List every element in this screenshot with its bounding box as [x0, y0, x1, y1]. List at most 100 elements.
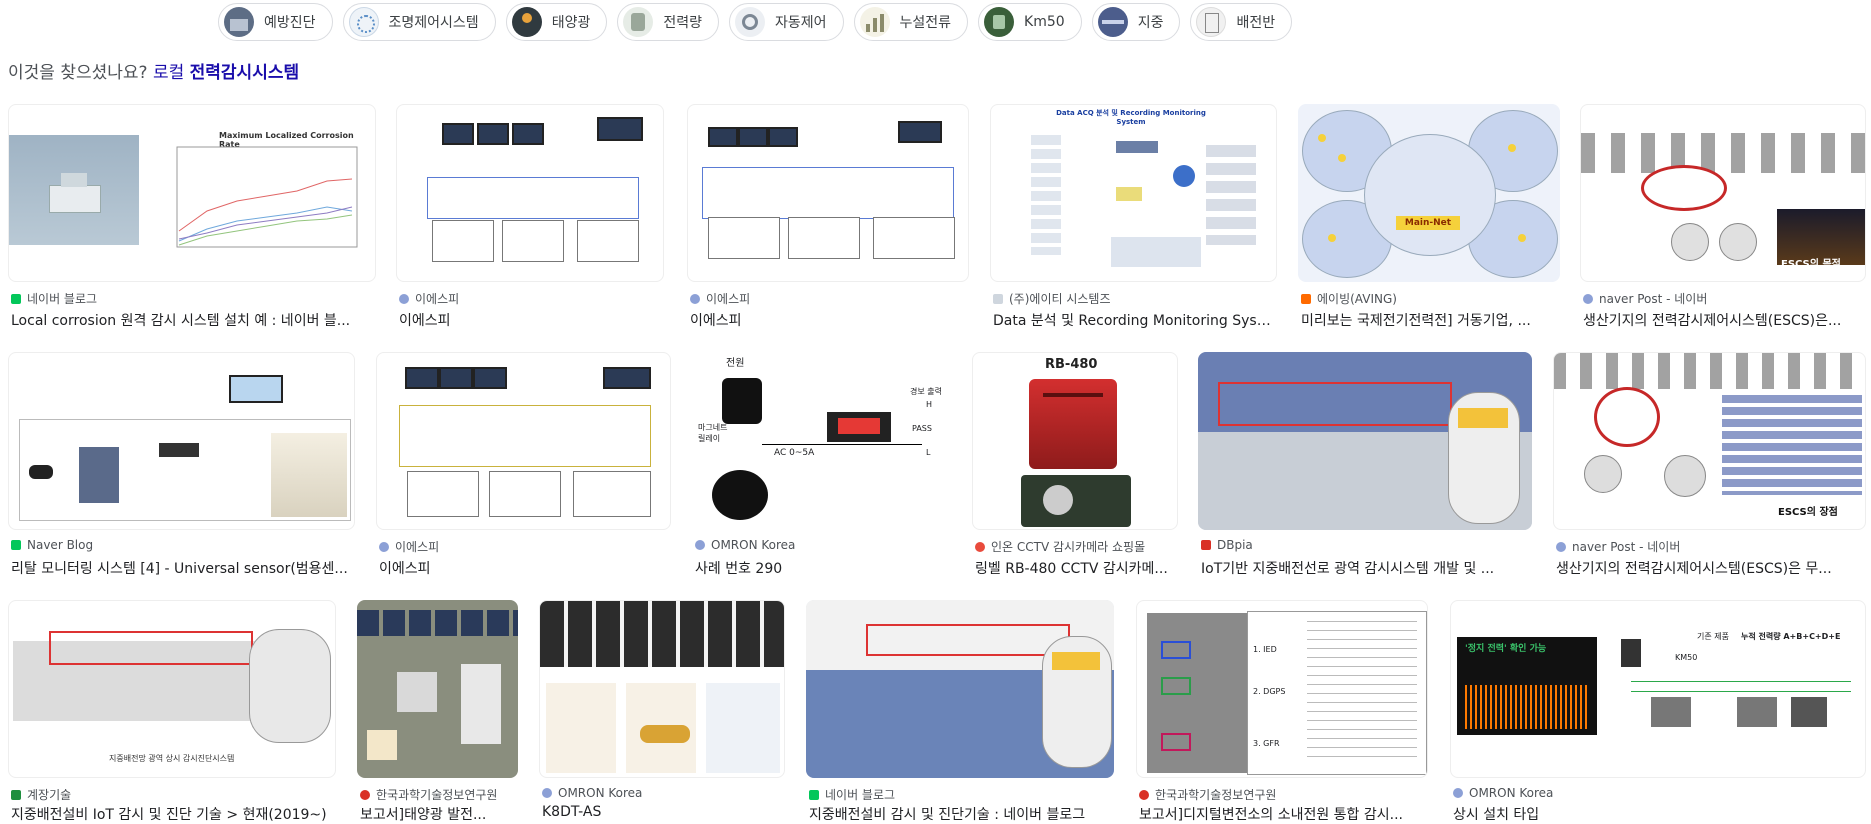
favicon-icon	[11, 293, 21, 304]
result-source[interactable]: 한국과학기술정보연구원	[1139, 786, 1276, 803]
result-source[interactable]: 계장기술	[11, 786, 71, 803]
result-title[interactable]: 보고서]태양광 발전...	[360, 804, 515, 824]
image-result[interactable]: '정지 전력' 확인 가능 기존 제품 누적 전력량 A+B+C+D+E KM5…	[1450, 600, 1866, 823]
result-source[interactable]: 에이빙(AVING)	[1301, 290, 1397, 307]
result-source[interactable]: (주)에이티 시스템즈	[993, 290, 1111, 307]
result-thumbnail[interactable]: ESCS의 장점	[1553, 352, 1866, 530]
image-result[interactable]: 한국과학기술정보연구원 보고서]태양광 발전...	[357, 600, 518, 823]
result-source[interactable]: OMRON Korea	[1453, 786, 1553, 800]
favicon-icon	[993, 293, 1003, 304]
chip-power-usage[interactable]: 전력량	[617, 3, 719, 41]
chip-prevention[interactable]: 예방진단	[218, 3, 333, 41]
result-title[interactable]: IoT기반 지중배전선로 광역 감시시스템 개발 및 ...	[1201, 558, 1529, 578]
result-thumbnail[interactable]: 1. IED 2. DGPS 3. GFR	[1136, 600, 1428, 778]
image-result[interactable]: 이에스피 이에스피	[396, 104, 664, 330]
result-title[interactable]: 이에스피	[379, 558, 668, 578]
result-title[interactable]: 상시 설치 타입	[1453, 804, 1863, 824]
result-source[interactable]: 이에스피	[399, 290, 459, 307]
result-thumbnail[interactable]: Data ACQ 분석 및 Recording Monitoring Syste…	[990, 104, 1277, 282]
image-caption: ESCS의 장점	[1778, 507, 1838, 518]
image-result[interactable]: RB-480 인온 CCTV 감시카메라 쇼핑몰 링벨 RB-480 CCTV …	[972, 352, 1178, 578]
result-thumbnail[interactable]: 전원 경보 출력 H PASS L 마그네트 릴레이 AC 0~5A	[692, 352, 951, 530]
result-title[interactable]: 리탈 모니터링 시스템 [4] - Universal sensor(범용센..…	[11, 558, 352, 578]
result-thumbnail[interactable]	[1198, 352, 1532, 530]
chip-km50[interactable]: Km50	[978, 3, 1082, 41]
chip-switchboard[interactable]: 배전반	[1190, 3, 1293, 41]
result-thumbnail[interactable]: ESCS의 목적	[1580, 104, 1866, 282]
image-result[interactable]: 이에스피 이에스피	[687, 104, 969, 330]
image-result[interactable]: 네이버 블로그 지중배전설비 감시 및 진단기술 : 네이버 블로그	[806, 600, 1114, 823]
result-source[interactable]: 이에스피	[690, 290, 750, 307]
result-title[interactable]: 이에스피	[690, 310, 966, 330]
image-result[interactable]: DBpia IoT기반 지중배전선로 광역 감시시스템 개발 및 ...	[1198, 352, 1532, 578]
result-source[interactable]: naver Post - 네이버	[1556, 538, 1680, 555]
image-result[interactable]: 이에스피 이에스피	[376, 352, 671, 578]
chip-auto-control[interactable]: 자동제어	[728, 3, 844, 41]
favicon-icon	[399, 293, 409, 304]
result-thumbnail[interactable]	[687, 104, 969, 282]
image-result[interactable]: ESCS의 장점 naver Post - 네이버 생산기지의 전력감시제어시스…	[1553, 352, 1866, 578]
favicon-icon	[1453, 788, 1463, 798]
image-result[interactable]: 지중배전망 광역 상시 감시진단시스템 계장기술 지중배전설비 IoT 감시 및…	[8, 600, 336, 823]
image-caption: 지중배전망 광역 상시 감시진단시스템	[109, 754, 235, 763]
image-result[interactable]: OMRON Korea K8DT-AS	[539, 600, 785, 820]
image-result[interactable]: Maximum Localized Corrosion Rate 네이버 블로그…	[8, 104, 376, 330]
result-title[interactable]: 링벨 RB-480 CCTV 감시카메...	[975, 558, 1175, 578]
result-source[interactable]: 네이버 블로그	[11, 290, 97, 307]
result-source[interactable]: OMRON Korea	[542, 786, 642, 800]
cable-icon	[1097, 7, 1128, 37]
image-result[interactable]: Main-Net 에이빙(AVING) 미리보는 국제전기전력전] 거동기업, …	[1298, 104, 1560, 330]
result-thumbnail[interactable]: Maximum Localized Corrosion Rate	[8, 104, 376, 282]
result-title[interactable]: 사례 번호 290	[695, 558, 948, 578]
result-source[interactable]: 이에스피	[379, 538, 439, 555]
result-thumbnail[interactable]	[8, 352, 355, 530]
corrosion-chart	[176, 146, 358, 248]
network-icon	[348, 7, 379, 37]
result-title[interactable]: 생산기지의 전력감시제어시스템(ESCS)은 무...	[1556, 558, 1863, 578]
result-source[interactable]: Naver Blog	[11, 538, 93, 552]
result-title[interactable]: 생산기지의 전력감시제어시스템(ESCS)은...	[1583, 310, 1863, 330]
result-source[interactable]: OMRON Korea	[695, 538, 795, 552]
result-title[interactable]: 지중배전설비 감시 및 진단기술 : 네이버 블로그	[809, 804, 1111, 824]
result-title[interactable]: K8DT-AS	[542, 804, 782, 820]
chip-leakage-current[interactable]: 누설전류	[853, 3, 969, 41]
image-result[interactable]: Naver Blog 리탈 모니터링 시스템 [4] - Universal s…	[8, 352, 355, 578]
result-thumbnail[interactable]: 지중배전망 광역 상시 감시진단시스템	[8, 600, 336, 778]
result-thumbnail[interactable]	[357, 600, 518, 778]
favicon-icon	[809, 789, 819, 800]
chip-lighting-control[interactable]: 조명제어시스템	[342, 3, 496, 41]
result-title[interactable]: 이에스피	[399, 310, 661, 330]
result-thumbnail[interactable]	[806, 600, 1114, 778]
result-thumbnail[interactable]: RB-480	[972, 352, 1178, 530]
result-title[interactable]: Local corrosion 원격 감시 시스템 설치 예 : 네이버 블..…	[11, 310, 373, 330]
result-source[interactable]: 인온 CCTV 감시카메라 쇼핑몰	[975, 538, 1145, 555]
image-result[interactable]: 1. IED 2. DGPS 3. GFR 한국과학기술정보연구원 보고서]디지…	[1136, 600, 1428, 823]
result-source[interactable]: 한국과학기술정보연구원	[360, 786, 497, 803]
result-title[interactable]: 지중배전설비 IoT 감시 및 진단 기술 > 현재(2019~)	[11, 804, 333, 824]
result-thumbnail[interactable]: '정지 전력' 확인 가능 기존 제품 누적 전력량 A+B+C+D+E KM5…	[1450, 600, 1866, 778]
favicon-icon	[360, 789, 370, 800]
image-result[interactable]: ESCS의 목적 naver Post - 네이버 생산기지의 전력감시제어시스…	[1580, 104, 1866, 330]
result-title[interactable]: 미리보는 국제전기전력전] 거동기업, ...	[1301, 310, 1557, 330]
did-you-mean-link[interactable]: 로컬 전력감시시스템	[153, 63, 299, 83]
favicon-icon	[695, 540, 705, 550]
result-thumbnail[interactable]: Main-Net	[1298, 104, 1560, 282]
image-result[interactable]: 전원 경보 출력 H PASS L 마그네트 릴레이 AC 0~5A OMRON…	[692, 352, 951, 578]
favicon-icon	[1139, 789, 1149, 800]
chip-solar[interactable]: 태양광	[505, 3, 608, 41]
favicon-icon	[379, 541, 389, 552]
result-thumbnail[interactable]	[539, 600, 785, 778]
main-net-label: Main-Net	[1396, 216, 1460, 230]
image-result[interactable]: Data ACQ 분석 및 Recording Monitoring Syste…	[990, 104, 1277, 330]
favicon-icon	[690, 293, 700, 304]
result-source[interactable]: naver Post - 네이버	[1583, 290, 1707, 307]
result-title[interactable]: Data 분석 및 Recording Monitoring Syste...	[993, 310, 1274, 330]
device-icon	[984, 7, 1015, 37]
result-source[interactable]: DBpia	[1201, 538, 1253, 552]
chip-underground[interactable]: 지중	[1091, 3, 1181, 41]
result-thumbnail[interactable]	[396, 104, 664, 282]
image-caption: ESCS의 목적	[1781, 259, 1841, 270]
result-thumbnail[interactable]	[376, 352, 671, 530]
result-source[interactable]: 네이버 블로그	[809, 786, 895, 803]
result-title[interactable]: 보고서]디지털변전소의 소내전원 통합 감시...	[1139, 804, 1425, 824]
